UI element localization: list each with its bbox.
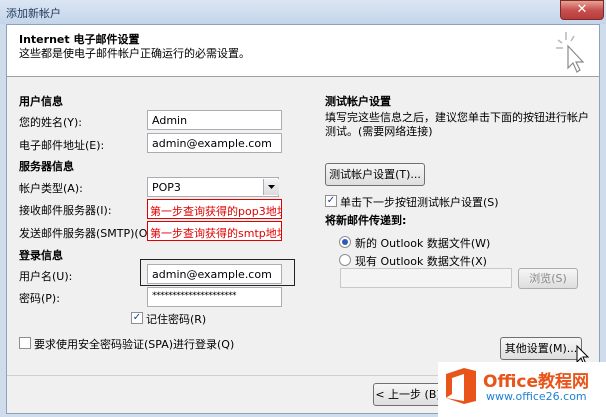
remember-password-checkbox[interactable]: ✓ [131, 312, 143, 324]
spa-label: 要求使用安全密码验证(SPA)进行登录(Q) [34, 338, 235, 351]
password-input[interactable]: ********************* [147, 287, 282, 307]
watermark-brand: Office教程网 [483, 372, 590, 392]
test-description: 填写完这些信息之后，建议您单击下面的按钮进行帐户测试。(需要网络连接) [325, 111, 589, 138]
chevron-down-icon[interactable] [263, 179, 279, 195]
username-label: 用户名(U): [19, 270, 73, 283]
test-settings-section-title: 测试帐户设置 [325, 95, 391, 108]
deliver-section-title: 将新邮件传递到: [325, 214, 407, 227]
account-type-select[interactable]: POP3 [147, 177, 279, 197]
email-label: 电子邮件地址(E): [19, 139, 105, 152]
new-datafile-radio[interactable] [339, 236, 351, 248]
auto-test-label: 单击下一步按钮测试帐户设置(S) [340, 196, 499, 209]
outgoing-server-input[interactable]: 第一步查询获得的smtp地址 [147, 221, 282, 241]
existing-datafile-label: 现有 Outlook 数据文件(X) [355, 255, 487, 268]
login-info-section-title: 登录信息 [19, 249, 63, 262]
office-logo-icon [446, 368, 476, 404]
remember-password-label: 记住密码(R) [146, 313, 207, 326]
existing-datafile-radio[interactable] [339, 254, 351, 266]
user-info-section-title: 用户信息 [19, 95, 63, 108]
cursor-sparkle-icon [556, 32, 585, 73]
spa-checkbox[interactable] [19, 337, 31, 349]
existing-datafile-path-input[interactable] [340, 268, 512, 288]
more-settings-button[interactable]: 其他设置(M)... [500, 337, 582, 360]
page-subtitle: 这些都是使电子邮件帐户正确运行的必需设置。 [19, 47, 250, 60]
incoming-server-input[interactable]: 第一步查询获得的pop3地址 [147, 199, 282, 219]
browse-button[interactable]: 浏览(S) [518, 268, 578, 289]
test-account-button[interactable]: 测试帐户设置(T)... [325, 163, 425, 186]
username-input[interactable]: admin@example.com [147, 264, 282, 284]
window-title: 添加新帐户 [6, 7, 61, 20]
email-input[interactable]: admin@example.com [147, 133, 282, 153]
server-info-section-title: 服务器信息 [19, 160, 74, 173]
name-label: 您的姓名(Y): [19, 116, 83, 129]
close-button[interactable]: ✕ [560, 0, 604, 20]
outgoing-server-label: 发送邮件服务器(SMTP)(O): [19, 227, 156, 240]
auto-test-checkbox[interactable]: ✓ [325, 195, 337, 207]
password-label: 密码(P): [19, 292, 60, 305]
watermark-url: www.office26.com [486, 390, 587, 403]
title-bar [0, 0, 606, 24]
name-input[interactable]: Admin [147, 110, 282, 130]
account-type-label: 帐户类型(A): [19, 182, 83, 195]
account-type-value: POP3 [152, 181, 181, 194]
incoming-server-label: 接收邮件服务器(I): [19, 204, 112, 217]
new-datafile-label: 新的 Outlook 数据文件(W) [355, 237, 491, 250]
back-button[interactable]: < 上一步 (B) [373, 383, 443, 406]
